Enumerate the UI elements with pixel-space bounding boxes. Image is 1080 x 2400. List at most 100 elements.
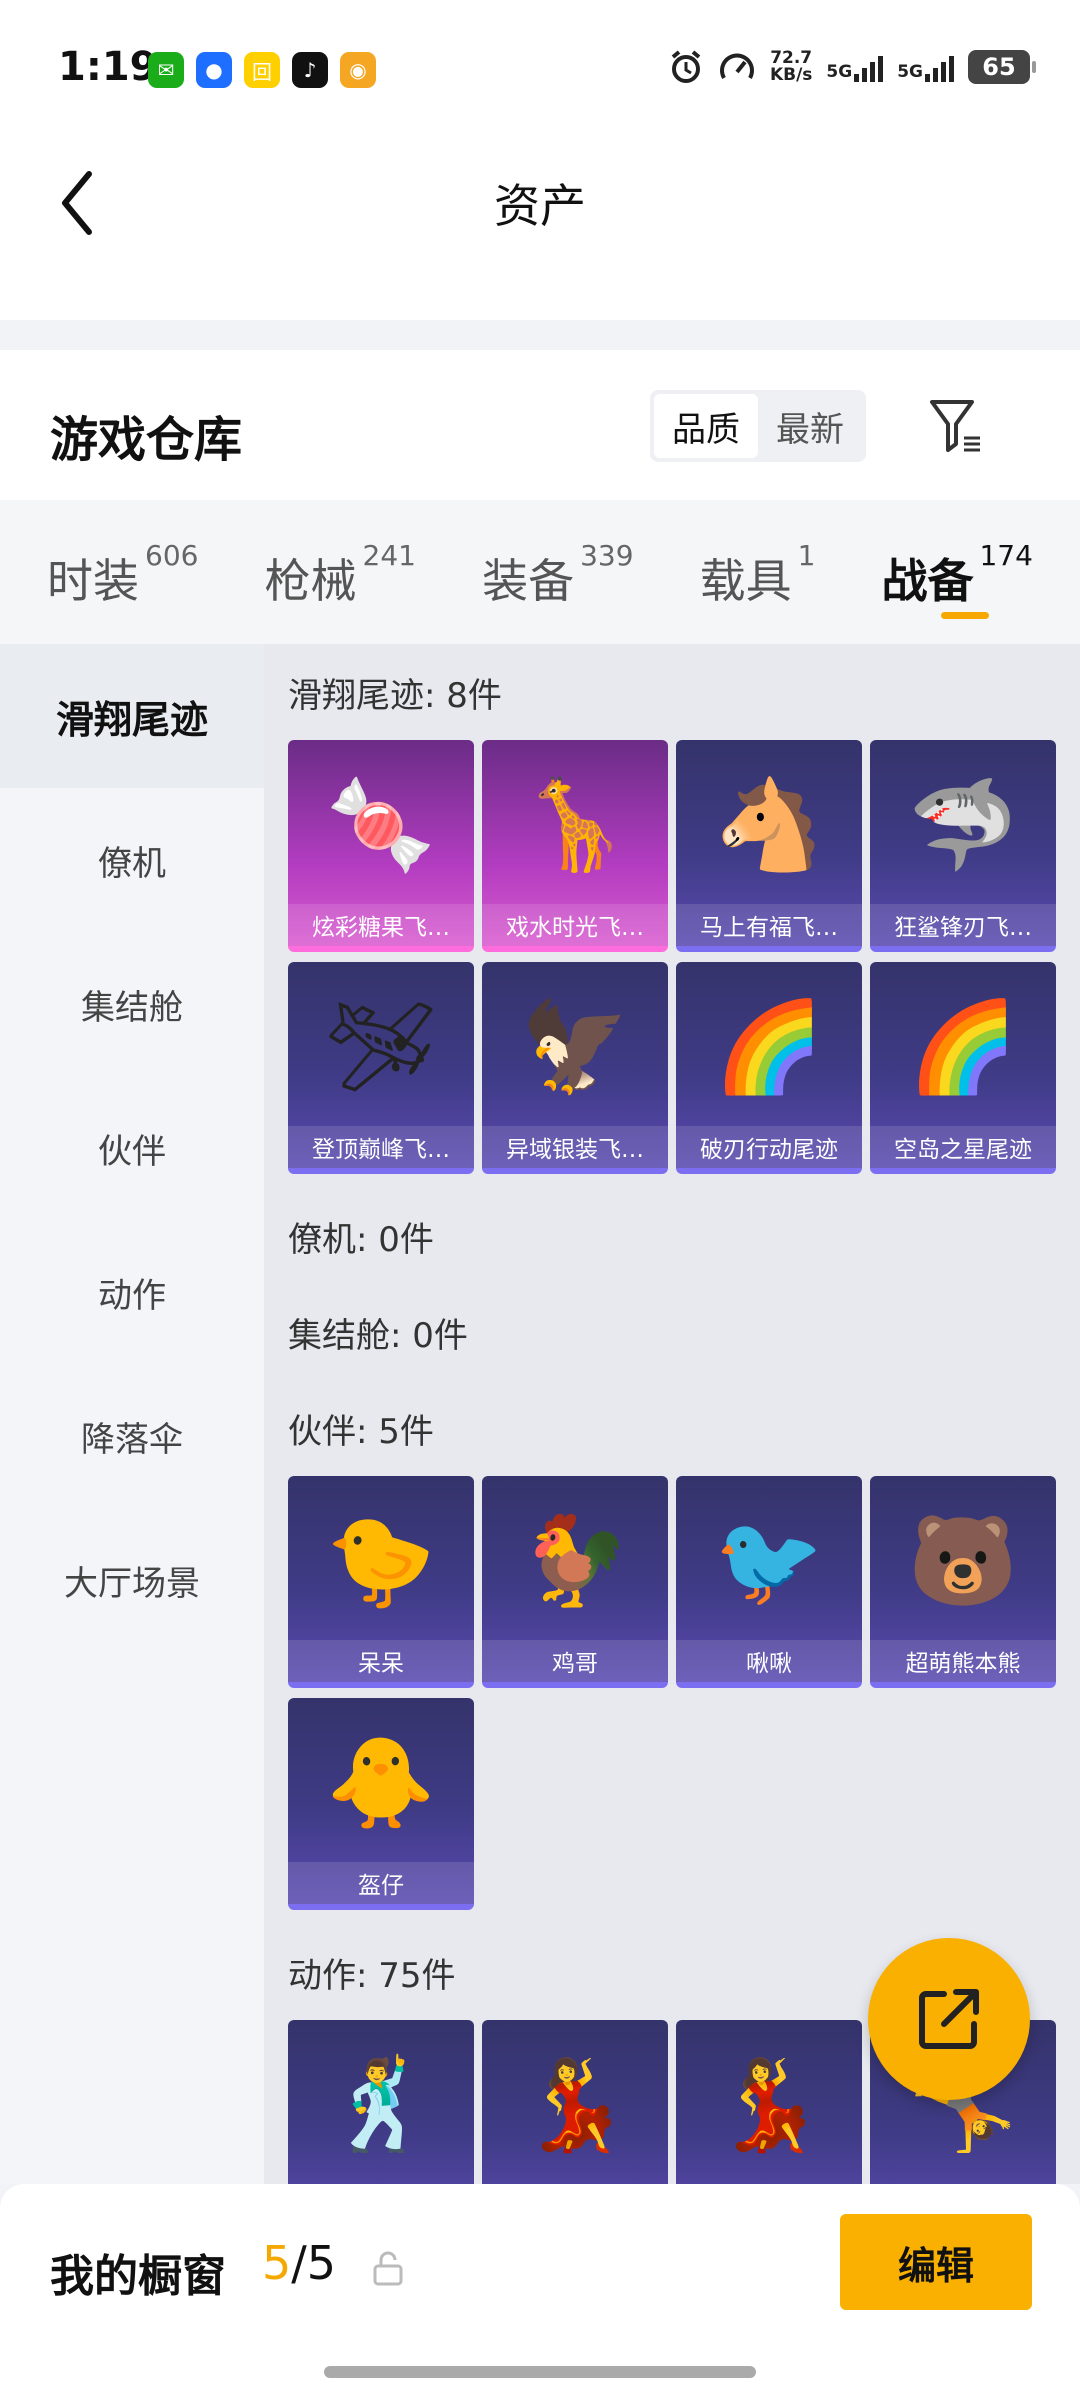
item-thumbnail: 🛩 <box>325 995 437 1098</box>
item-thumbnail: 🦈 <box>908 773 1018 876</box>
item-card[interactable]: 🌈 空岛之星尾迹 <box>870 962 1056 1174</box>
item-name: 狂鲨锋刃飞… <box>870 904 1056 946</box>
item-grid: 🍬 炫彩糖果飞… 🦒 戏水时光飞… 🐴 马上有福飞… 🦈 狂鲨锋刃飞… 🛩 登顶巅峰飞… 🦅 异域银装… <box>288 740 1080 1174</box>
sidebar-item[interactable]: 降落伞 <box>0 1364 264 1508</box>
tab-0[interactable]: 时装 606 <box>47 527 198 617</box>
lock-icon <box>373 2251 403 2286</box>
item-card[interactable]: 🐻 超萌熊本熊 <box>870 1476 1056 1688</box>
item-card[interactable]: 🦒 戏水时光飞… <box>482 740 668 952</box>
weibo-icon: ◉ <box>340 52 376 88</box>
tab-count: 339 <box>580 539 634 572</box>
item-card[interactable]: 🐤 呆呆 <box>288 1476 474 1688</box>
section-title: 集结舱: 0件 <box>288 1315 468 1356</box>
item-name: 马上有福飞… <box>676 904 862 946</box>
status-time: 1:19 <box>58 44 158 90</box>
sidebar-item[interactable]: 滑翔尾迹 <box>0 644 264 788</box>
battery-icon: 65 <box>968 50 1036 84</box>
item-thumbnail: 🍬 <box>326 773 436 876</box>
sidebar-item[interactable]: 集结舱 <box>0 932 264 1076</box>
tab-label: 装备 <box>482 554 575 608</box>
item-name: 超萌熊本熊 <box>870 1640 1056 1682</box>
section-title: 僚机: 0件 <box>288 1219 434 1260</box>
edit-button[interactable]: 编辑 <box>840 2214 1032 2310</box>
item-card[interactable]: 🦈 狂鲨锋刃飞… <box>870 740 1056 952</box>
item-card[interactable]: 🕺越打越有好 <box>288 2020 474 2184</box>
filter-button[interactable] <box>920 390 992 462</box>
signal-bars-icon <box>925 52 954 82</box>
signal-bars-icon <box>854 52 884 82</box>
sidebar: 滑翔尾迹 僚机 集结舱 伙伴 动作 降落伞 大厅场景 <box>0 644 264 2184</box>
showcase-label: 我的橱窗 <box>50 2251 226 2302</box>
item-card[interactable]: 🛩 登顶巅峰飞… <box>288 962 474 1174</box>
item-card[interactable]: 🐦 啾啾 <box>676 1476 862 1688</box>
tab-3[interactable]: 载具 1 <box>700 527 816 617</box>
sidebar-item[interactable]: 僚机 <box>0 788 264 932</box>
item-thumbnail: 🐦 <box>714 1509 824 1612</box>
browser-icon: ● <box>196 52 232 88</box>
share-button[interactable] <box>868 1938 1030 2100</box>
signal-1: 5G <box>826 52 884 82</box>
item-thumbnail: 🐻 <box>908 1509 1018 1612</box>
tab-label: 时装 <box>47 554 140 608</box>
item-name: 空岛之星尾迹 <box>870 1126 1056 1168</box>
speedometer-icon <box>720 53 754 79</box>
item-card[interactable]: 🐓 鸡哥 <box>482 1476 668 1688</box>
tab-1[interactable]: 枪械 241 <box>265 527 416 617</box>
tab-count: 606 <box>145 539 199 572</box>
app-header: 资产 <box>0 140 1080 320</box>
sidebar-item[interactable]: 动作 <box>0 1220 264 1364</box>
warehouse-title: 游戏仓库 <box>50 412 243 468</box>
signal-2: 5G <box>897 52 954 82</box>
warehouse-header: 游戏仓库 品质 最新 <box>0 350 1080 500</box>
section-title: 伙伴: 5件 <box>288 1411 434 1452</box>
network-speed-unit: KB/s <box>769 65 813 85</box>
share-icon <box>919 1989 979 2049</box>
item-thumbnail: 🌈 <box>908 995 1018 1098</box>
item-name: 破刃行动尾迹 <box>676 1126 862 1168</box>
item-thumbnail: 🦅 <box>520 995 630 1098</box>
item-thumbnail: 💃 <box>520 2053 630 2156</box>
item-card[interactable]: 🐥 盔仔 <box>288 1698 474 1910</box>
sort-newest-option[interactable]: 最新 <box>758 394 862 458</box>
tab-label: 战备 <box>881 554 974 608</box>
item-thumbnail: 🌈 <box>714 995 824 1098</box>
sidebar-item[interactable]: 大厅场景 <box>0 1508 264 1652</box>
network-type-2: 5G <box>897 62 923 82</box>
wechat-icon: ✉ <box>148 52 184 88</box>
item-name: 炫彩糖果飞… <box>288 904 474 946</box>
item-name: 啾啾 <box>676 1640 862 1682</box>
category-tabs: 时装 606 枪械 241 装备 339 载具 1 战备 174 <box>0 500 1080 644</box>
item-thumbnail: 💃 <box>714 2053 824 2156</box>
item-card[interactable]: 💃跟我起舞 <box>676 2020 862 2184</box>
item-card[interactable]: 🐴 马上有福飞… <box>676 740 862 952</box>
item-thumbnail: 🦒 <box>520 773 630 876</box>
filter-icon <box>930 400 980 452</box>
sort-toggle: 品质 最新 <box>650 390 866 462</box>
tab-label: 载具 <box>699 554 792 608</box>
active-tab-indicator <box>941 612 990 619</box>
home-indicator[interactable] <box>324 2366 756 2378</box>
showcase-count-total: 5 <box>306 2236 337 2290</box>
page-title: 资产 <box>494 179 586 233</box>
item-card[interactable]: 🌈 破刃行动尾迹 <box>676 962 862 1174</box>
tab-count: 1 <box>797 539 816 572</box>
network-type-1: 5G <box>826 62 853 82</box>
item-name: 呆呆 <box>288 1640 474 1682</box>
tab-4[interactable]: 战备 174 <box>881 527 1033 619</box>
item-grid: 🐤 呆呆 🐓 鸡哥 🐦 啾啾 🐻 超萌熊本熊 🐥 盔仔 <box>288 1476 1080 1910</box>
alarm-icon <box>671 50 701 83</box>
item-thumbnail: 🐤 <box>326 1509 436 1612</box>
tab-2[interactable]: 装备 339 <box>482 527 633 617</box>
item-card[interactable]: 💃吼吼欢乐舞 <box>482 2020 668 2184</box>
tab-label: 枪械 <box>264 554 357 608</box>
item-card[interactable]: 🦅 异域银装飞… <box>482 962 668 1174</box>
sort-quality-option[interactable]: 品质 <box>654 394 758 458</box>
tab-count: 174 <box>979 539 1033 572</box>
item-name: 鸡哥 <box>482 1640 668 1682</box>
douyin-icon: ♪ <box>292 52 328 88</box>
meituan-icon: 回 <box>244 52 280 88</box>
status-indicators: 72.7 KB/s 5G 5G 65 <box>668 48 1036 86</box>
sidebar-item[interactable]: 伙伴 <box>0 1076 264 1220</box>
item-name: 登顶巅峰飞… <box>288 1126 474 1168</box>
item-card[interactable]: 🍬 炫彩糖果飞… <box>288 740 474 952</box>
